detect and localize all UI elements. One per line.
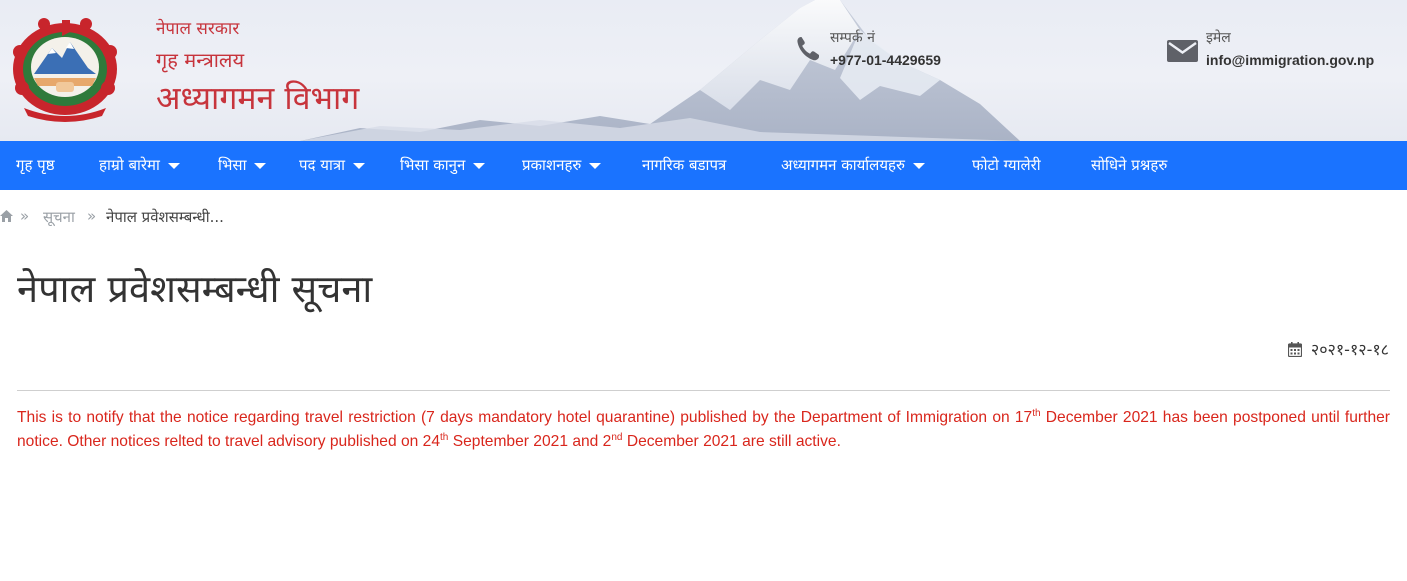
contact-email-block: इमेल info@immigration.gov.np xyxy=(1206,28,1374,68)
caret-down-icon xyxy=(589,162,602,169)
breadcrumb-separator: » xyxy=(20,207,30,225)
nav-item-label: प्रकाशनहरु xyxy=(522,156,582,174)
caret-down-icon xyxy=(353,162,366,169)
caret-down-icon xyxy=(167,162,180,169)
caret-down-icon xyxy=(913,162,925,169)
breadcrumb-separator: » xyxy=(87,207,97,225)
nav-item-citizen-charter[interactable]: नागरिक बडापत्र xyxy=(642,141,726,190)
nav-item-label: भिसा कानुन xyxy=(400,156,466,174)
site-header: नेपाल सरकार गृह मन्त्रालय अध्यागमन विभाग… xyxy=(0,0,1407,141)
nav-item-label: अध्यागमन कार्यालयहरु xyxy=(781,156,905,174)
nav-item-label: गृह पृष्ठ xyxy=(16,156,55,174)
notice-text-part: This is to notify that the notice regard… xyxy=(17,409,1033,426)
breadcrumb-current: नेपाल प्रवेशसम्बन्धी... xyxy=(106,208,224,226)
publish-date: २०२१-१२-१८ xyxy=(1287,338,1389,360)
notice-text-part: December 2021 are still active. xyxy=(622,433,841,450)
nav-item-faq[interactable]: सोधिने प्रश्नहरु xyxy=(1091,141,1167,190)
phone-icon xyxy=(797,37,819,61)
main-navigation: गृह पृष्ठ हाम्रो बारेमा भिसा पद यात्रा भ… xyxy=(0,141,1407,190)
contact-phone-number[interactable]: +977-01-4429659 xyxy=(830,52,941,68)
breadcrumb-link-notice[interactable]: सूचना xyxy=(43,207,75,227)
calendar-icon xyxy=(1287,341,1302,357)
notice-text-part: September 2021 and 2 xyxy=(448,433,612,450)
gov-name-line: नेपाल सरकार xyxy=(156,19,240,39)
caret-down-icon xyxy=(473,162,486,169)
nav-item-trekking[interactable]: पद यात्रा xyxy=(299,141,366,190)
envelope-icon xyxy=(1167,40,1198,62)
notice-ordinal: th xyxy=(1032,408,1041,419)
nav-item-publications[interactable]: प्रकाशनहरु xyxy=(522,141,602,190)
department-title[interactable]: अध्यागमन विभाग xyxy=(156,76,359,119)
nav-item-home[interactable]: गृह पृष्ठ xyxy=(16,141,55,190)
nav-item-label: पद यात्रा xyxy=(299,156,346,174)
nav-item-immigration-offices[interactable]: अध्यागमन कार्यालयहरु xyxy=(781,141,925,190)
nav-item-label: नागरिक बडापत्र xyxy=(642,156,727,174)
contact-label: सम्पर्क नं xyxy=(830,30,875,46)
notice-ordinal: nd xyxy=(611,432,623,443)
nav-item-about-us[interactable]: हाम्रो बारेमा xyxy=(99,141,180,190)
page-title: नेपाल प्रवेशसम्बन्धी सूचना xyxy=(17,267,373,311)
contact-phone-block: सम्पर्क नं +977-01-4429659 xyxy=(830,28,941,68)
ministry-name-line: गृह मन्त्रालय xyxy=(156,48,245,72)
caret-down-icon xyxy=(254,162,267,169)
notice-body: This is to notify that the notice regard… xyxy=(17,406,1390,454)
nav-item-photo-gallery[interactable]: फोटो ग्यालेरी xyxy=(972,141,1041,190)
publish-date-text: २०२१-१२-१८ xyxy=(1310,340,1389,359)
nav-item-label: हाम्रो बारेमा xyxy=(99,156,160,174)
content-divider xyxy=(17,390,1390,391)
nav-item-visa[interactable]: भिसा xyxy=(218,141,267,190)
nav-item-label: भिसा xyxy=(218,156,247,174)
nav-item-visa-law[interactable]: भिसा कानुन xyxy=(400,141,486,190)
nav-item-label: फोटो ग्यालेरी xyxy=(972,156,1041,174)
nav-item-label: सोधिने प्रश्नहरु xyxy=(1091,156,1168,174)
nepal-emblem xyxy=(13,18,117,122)
email-label: इमेल xyxy=(1206,30,1231,46)
home-icon[interactable] xyxy=(0,210,13,222)
contact-email-address[interactable]: info@immigration.gov.np xyxy=(1206,52,1374,68)
